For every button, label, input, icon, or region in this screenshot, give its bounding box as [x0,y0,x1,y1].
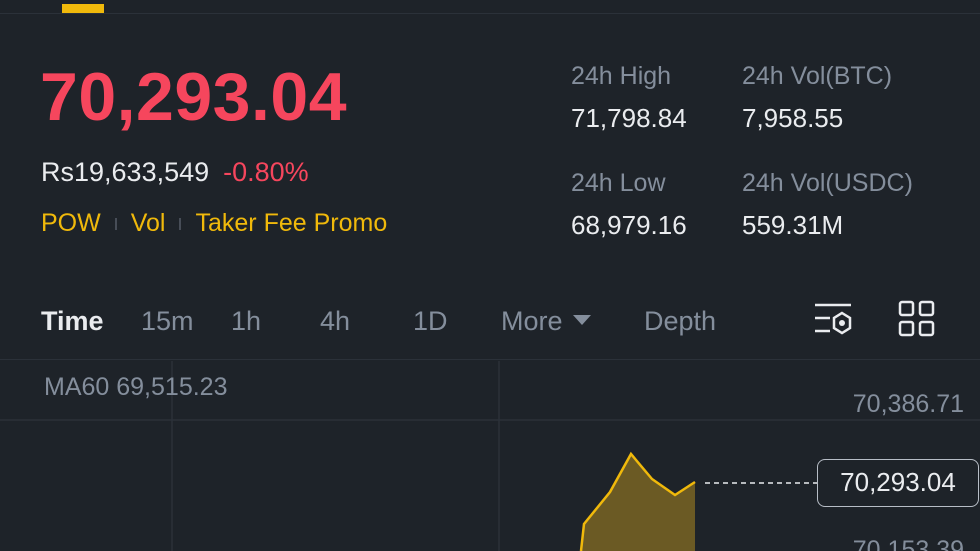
stat-value: 71,798.84 [571,103,687,133]
fiat-price-row: Rs19,633,549 -0.80% [41,157,309,188]
y-axis-tick-label: 70,153.39 [852,536,964,551]
tag-vol[interactable]: Vol [131,209,166,238]
indicator-settings-button[interactable] [812,300,854,345]
tab-1d[interactable]: 1D [413,306,448,337]
stat-label: 24h Vol(BTC) [742,62,893,90]
stat-value: 68,979.16 [571,210,687,240]
stat-24h-high: 24h High 71,798.84 [571,62,687,134]
stat-24h-vol-quote: 24h Vol(USDC) 559.31M [742,169,913,241]
current-price-tag[interactable]: 70,293.04 [817,459,979,507]
stat-value: 559.31M [742,210,844,240]
indicator-settings-icon [815,303,852,335]
tags-row: POW Vol Taker Fee Promo [41,209,387,238]
more-label: More [501,306,563,336]
tab-15m[interactable]: 15m [141,306,194,337]
stat-24h-vol-base: 24h Vol(BTC) 7,958.55 [742,62,892,134]
stat-value: 7,958.55 [742,103,844,133]
last-price: 70,293.04 [40,59,348,135]
ma60-label: MA60 69,515.23 [44,373,228,401]
caret-down-icon [572,314,591,325]
tab-depth[interactable]: Depth [644,306,716,337]
layout-grid-button[interactable] [898,300,936,343]
tag-divider [114,217,117,230]
tab-4h[interactable]: 4h [320,306,350,337]
top-tab-strip [0,0,980,14]
active-tab-indicator [62,4,104,13]
stat-label: 24h Low [571,169,666,197]
tab-1h[interactable]: 1h [231,306,261,337]
tag-pow[interactable]: POW [41,209,101,238]
grid-layout-icon [898,300,935,337]
tag-divider [179,217,182,230]
stat-label: 24h High [571,62,672,90]
tag-taker-fee-promo[interactable]: Taker Fee Promo [195,209,387,238]
more-dropdown[interactable]: More [501,306,591,337]
price-change-percent: -0.80% [223,157,309,187]
y-axis-tick-label: 70,386.71 [852,390,964,418]
tab-time[interactable]: Time [41,306,104,337]
fiat-price: Rs19,633,549 [41,157,210,187]
stat-24h-low: 24h Low 68,979.16 [571,169,687,241]
price-area-fill [581,454,695,551]
stat-label: 24h Vol(USDC) [742,169,913,197]
